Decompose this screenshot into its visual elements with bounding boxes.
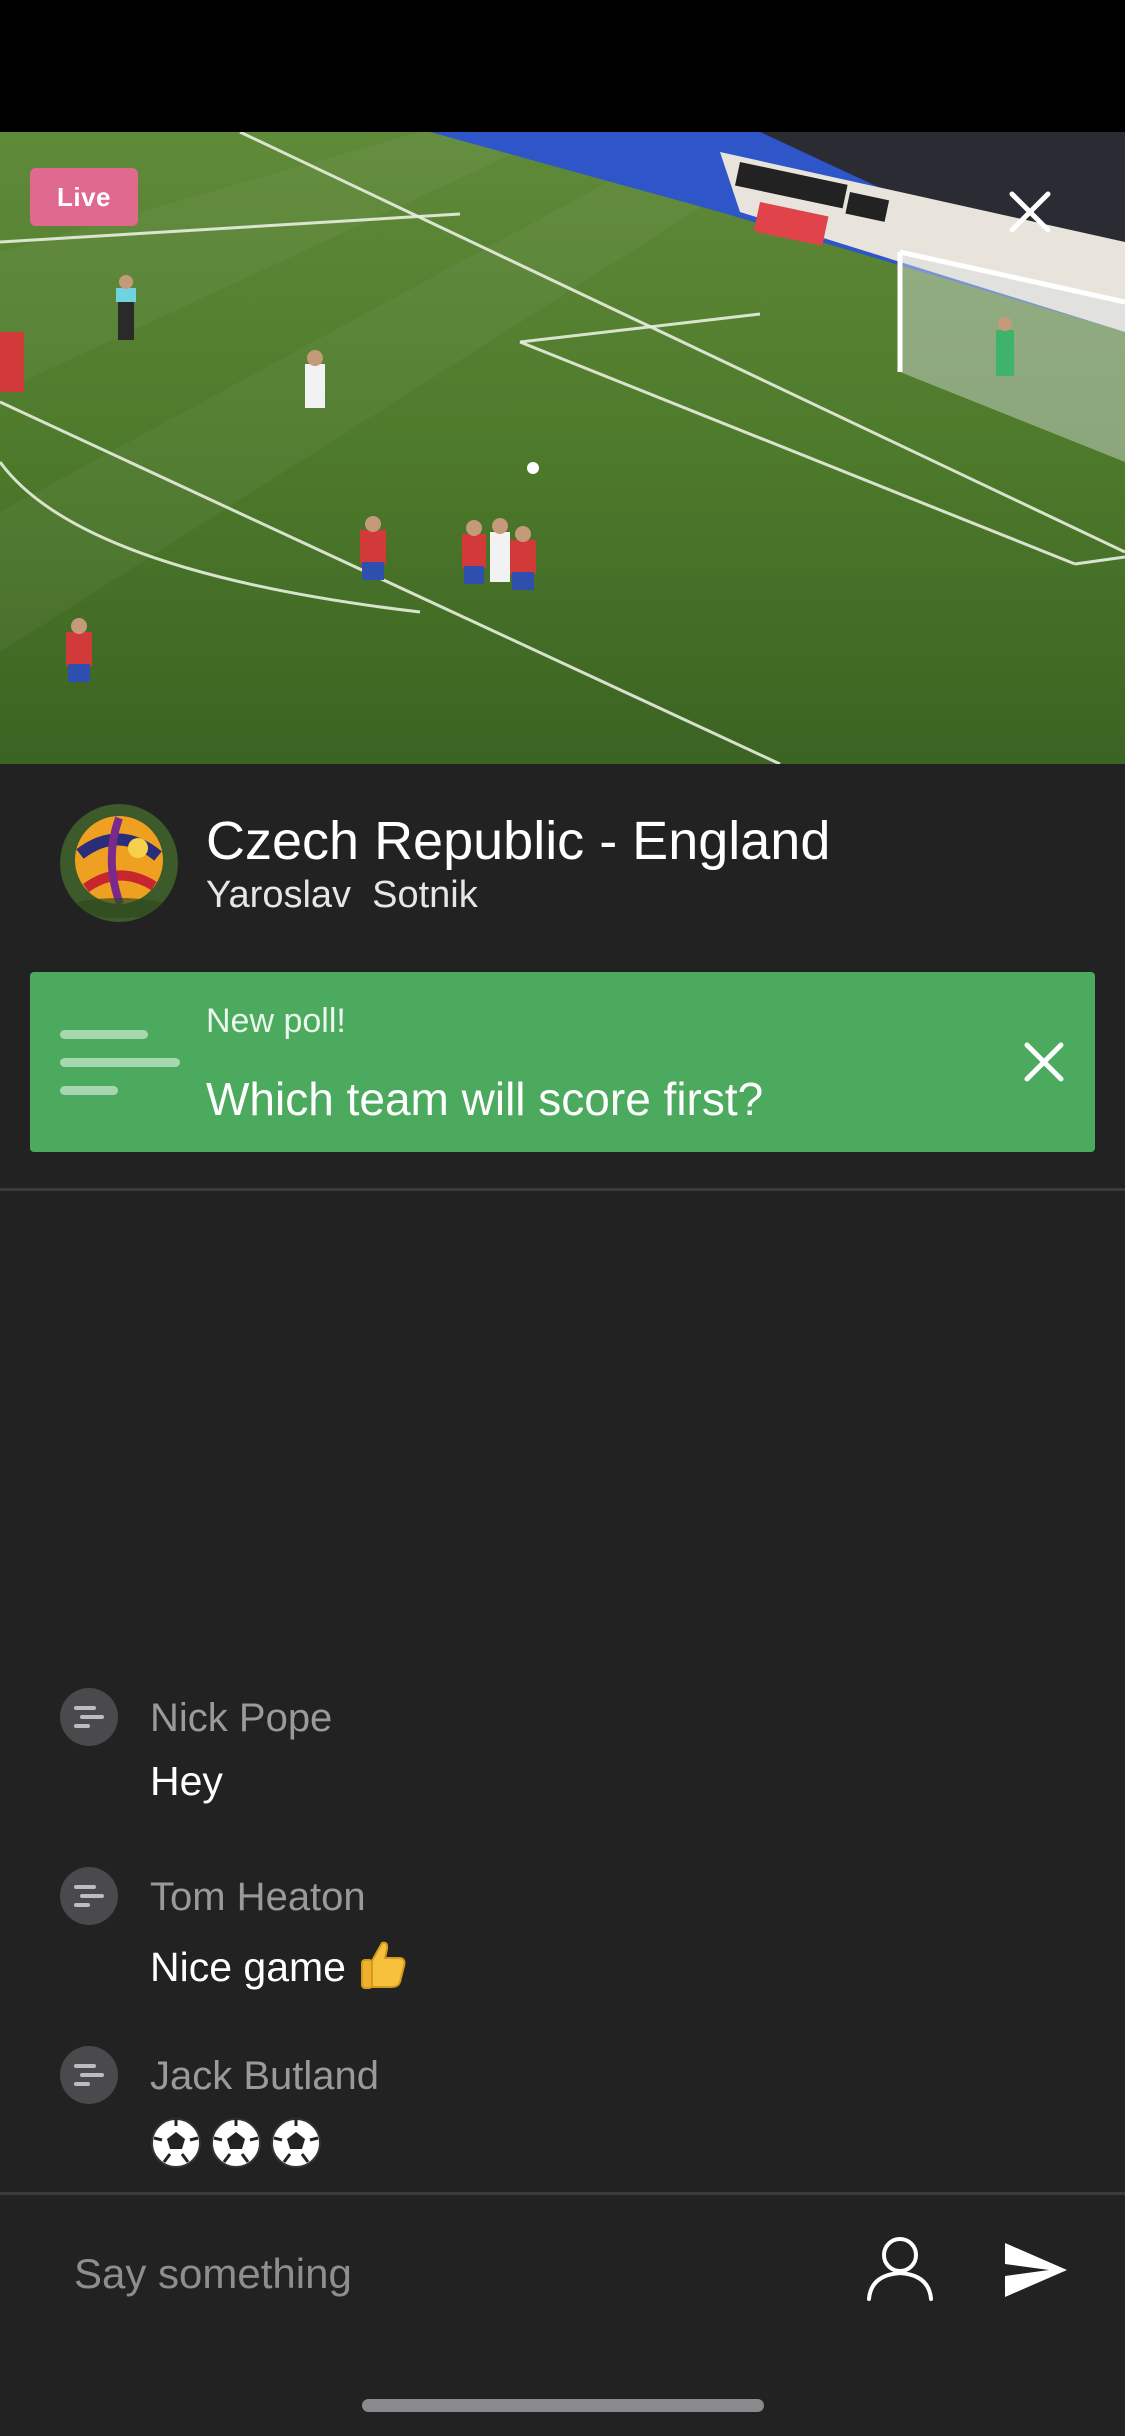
avatar[interactable] (60, 2046, 118, 2104)
chat-author: Tom Heaton (150, 1875, 366, 1919)
send-button[interactable] (998, 2232, 1074, 2308)
user-avatar-icon (74, 2064, 104, 2086)
pitch-scene (0, 132, 1125, 764)
soccer-ball-avatar-icon (60, 804, 178, 922)
chat-message: Nick Pope Hey (0, 1688, 1125, 1838)
stream-title: Czech Republic - England (206, 811, 831, 871)
chat-author: Nick Pope (150, 1696, 333, 1740)
chat-emoji-row (150, 2116, 330, 2175)
person-icon (867, 2237, 933, 2301)
avatar[interactable] (60, 1688, 118, 1746)
poll-kicker: New poll! (206, 1002, 346, 1040)
live-badge: Live (30, 168, 138, 226)
chat-message: Tom Heaton Nice game (0, 1867, 1125, 2017)
chat-text-row: Nice game (150, 1937, 410, 1991)
poll-question[interactable]: Which team will score first? (206, 1072, 763, 1126)
home-indicator (362, 2399, 764, 2412)
avatar[interactable] (60, 1867, 118, 1925)
thumbs-up-emoji (360, 1941, 406, 1989)
stream-author[interactable]: Yaroslav Sotnik (206, 874, 478, 917)
poll-banner[interactable]: New poll! Which team will score first? (30, 972, 1095, 1152)
stream-avatar[interactable] (60, 804, 178, 922)
user-avatar-icon (74, 1706, 104, 1728)
close-icon (1009, 191, 1051, 233)
close-icon (1024, 1042, 1064, 1082)
divider (0, 1188, 1125, 1191)
message-composer (0, 2196, 1125, 2436)
user-avatar-icon (74, 1885, 104, 1907)
poll-icon (60, 1030, 180, 1095)
send-icon (1005, 2243, 1067, 2297)
status-bar (0, 0, 1125, 132)
soccer-ball-emoji (151, 2118, 321, 2168)
chat-message: Jack Butland (0, 2046, 1125, 2196)
message-input[interactable] (74, 2234, 794, 2314)
chat-text: Nice game (150, 1944, 346, 1990)
chat-text: Hey (150, 1758, 223, 1804)
dismiss-poll-button[interactable] (1012, 1030, 1076, 1094)
video-player[interactable]: Live (0, 132, 1125, 764)
chat-author: Jack Butland (150, 2054, 380, 2098)
close-stream-button[interactable] (1008, 190, 1072, 254)
divider (0, 2192, 1125, 2195)
profile-button[interactable] (862, 2230, 938, 2306)
stream-header: Czech Republic - England Yaroslav Sotnik (0, 764, 1125, 954)
